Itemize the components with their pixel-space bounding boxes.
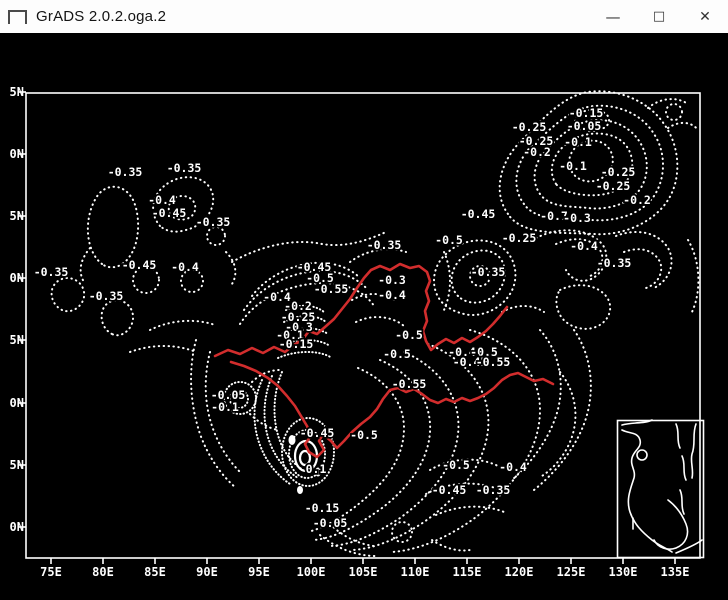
contour-label: -0.35 xyxy=(597,256,632,270)
y-axis-label: 5N xyxy=(10,333,24,347)
contour-label: -0.35 xyxy=(196,215,231,229)
contour-label: -0.4 xyxy=(148,193,176,207)
contour-label: -0.15 xyxy=(279,337,314,351)
title-bar: GrADS 2.0.2.oga.2 — □ ✕ xyxy=(0,0,728,33)
contour-label: -0.5 xyxy=(395,328,423,342)
x-axis-label: 95E xyxy=(248,565,270,579)
y-axis-label: 5N xyxy=(10,458,24,472)
contour-label: -0.1 xyxy=(564,135,592,149)
y-axis-label: 0N xyxy=(10,520,24,534)
contour-field xyxy=(52,91,699,556)
x-axis-label: 85E xyxy=(144,565,166,579)
contour-label: 0.1 xyxy=(306,462,327,476)
contour-label: -0.55 xyxy=(314,282,349,296)
close-button[interactable]: ✕ xyxy=(682,0,728,33)
contour-cluster-east xyxy=(502,230,698,329)
y-axis-label: 5N xyxy=(10,209,24,223)
contour-label: -0.5 xyxy=(350,428,378,442)
x-axis-label: 105E xyxy=(349,565,378,579)
contour-label: -0.25 xyxy=(601,165,636,179)
contour-label: -0.55 xyxy=(392,377,427,391)
contour-label: -0.35 xyxy=(108,165,143,179)
x-axis-label: 80E xyxy=(92,565,114,579)
contour-label: -0.35 xyxy=(167,161,202,175)
contour-label: -0.2 xyxy=(623,193,651,207)
contour-label: -0.45 xyxy=(461,207,496,221)
map-canvas: 5N 0N 5N 0N 5N 0N 5N 0N 75E 80E 85E 90E 95E 100E 105E 1… xyxy=(0,33,728,600)
y-axis-label: 0N xyxy=(10,396,24,410)
contour-label: -0.05 xyxy=(313,516,348,530)
contour-label: -0.4 xyxy=(499,460,527,474)
contour-label: -0.05 xyxy=(567,119,602,133)
minimize-button[interactable]: — xyxy=(590,0,636,33)
contour-label: -0.25 xyxy=(596,179,631,193)
contour-label: -0.35 xyxy=(476,483,511,497)
inset-map xyxy=(26,93,704,558)
contour-label: -0.2 xyxy=(523,145,551,159)
app-icon xyxy=(8,10,27,24)
contour-label: -0.15 xyxy=(305,501,340,515)
x-axis-label: 125E xyxy=(557,565,586,579)
contour-label: -0.25 xyxy=(512,120,547,134)
maximize-button[interactable]: □ xyxy=(636,0,682,33)
contour-label: -0.35 xyxy=(34,265,69,279)
y-axis-label: 0N xyxy=(10,147,24,161)
contour-label: -0.25 xyxy=(502,231,537,245)
x-axis-label: 75E xyxy=(40,565,62,579)
contour-label: -0.1 xyxy=(559,159,587,173)
contour-label: -0.3 xyxy=(378,273,406,287)
axis-labels: 5N 0N 5N 0N 5N 0N 5N 0N 75E 80E 85E 90E 95E 100E 105E 1… xyxy=(10,85,690,579)
contour-label: -0.5 xyxy=(442,458,470,472)
contour-label: -0.3 xyxy=(563,211,591,225)
x-axis-label: 120E xyxy=(505,565,534,579)
x-axis-label: 100E xyxy=(297,565,326,579)
contour-label: -0.15 xyxy=(569,106,604,120)
contour-label: -0.35 xyxy=(367,238,402,252)
x-axis-label: 115E xyxy=(453,565,482,579)
contour-label: -0.5 xyxy=(435,233,463,247)
contour-label: -0.35 xyxy=(89,289,124,303)
contour-label: -0.4 xyxy=(171,260,199,274)
contour-label: -0.55 xyxy=(476,355,511,369)
x-axis-label: 130E xyxy=(609,565,638,579)
contour-label: -0.4 xyxy=(378,288,406,302)
x-axis-label: 110E xyxy=(401,565,430,579)
contour-label: -0.45 xyxy=(122,258,157,272)
y-axis-label: 5N xyxy=(10,85,24,99)
y-axis-label: 0N xyxy=(10,271,24,285)
contour-label: -0.1 xyxy=(211,400,239,414)
x-axis-label: 90E xyxy=(196,565,218,579)
contour-label: -0.45 xyxy=(152,206,187,220)
contour-label: -0.35 xyxy=(471,265,506,279)
grads-window: GrADS 2.0.2.oga.2 — □ ✕ xyxy=(0,0,728,600)
yellow-river-line xyxy=(215,264,507,356)
contour-label: -0.45 xyxy=(300,426,335,440)
contour-label: -0.5 xyxy=(383,347,411,361)
contour-label: -0.45 xyxy=(432,483,467,497)
contour-label: -0.4 xyxy=(570,239,598,253)
window-title: GrADS 2.0.2.oga.2 xyxy=(36,8,166,25)
window-controls: — □ ✕ xyxy=(590,0,728,33)
x-axis-label: 135E xyxy=(661,565,690,579)
